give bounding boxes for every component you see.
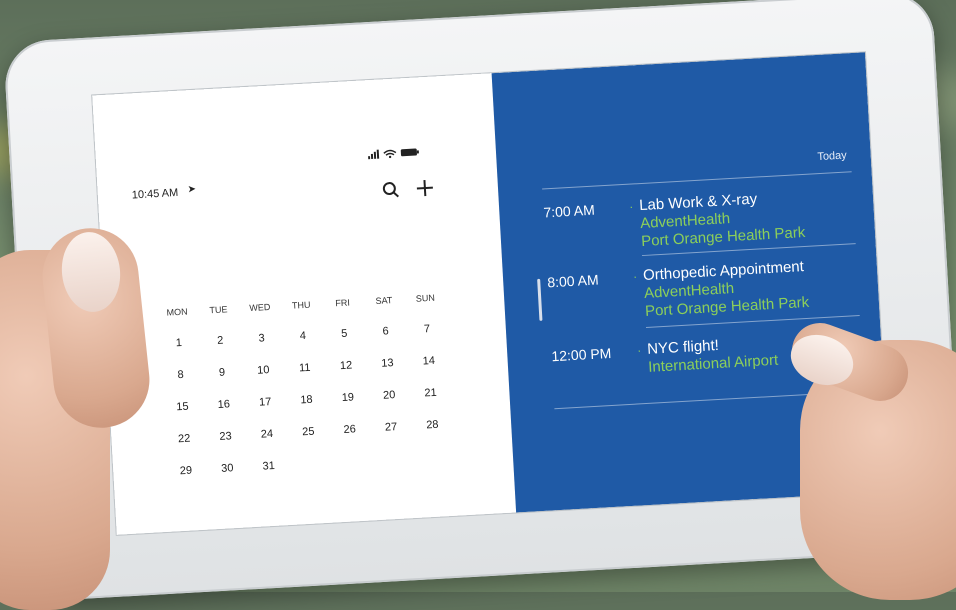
agenda-event[interactable]: 8:00 AM · Orthopedic Appointment AdventH…	[547, 255, 860, 326]
search-button[interactable]	[379, 178, 402, 201]
weekday-label: MON	[166, 306, 188, 318]
calendar-day[interactable]: 15	[161, 400, 203, 414]
weekday-label: SUN	[415, 292, 436, 304]
calendar-day[interactable]: 31	[248, 459, 290, 473]
event-time: 7:00 AM	[542, 201, 596, 221]
calendar-app-screen: 10:45 AM ➤ MON TUE WED THU FRI SAT SUN 1…	[92, 52, 890, 535]
calendar-day[interactable]: 18	[286, 393, 328, 407]
event-time: 12:00 PM	[551, 344, 612, 365]
status-time: 10:45 AM	[131, 186, 179, 202]
calendar-day[interactable]: 13	[366, 356, 408, 370]
weekday-label: FRI	[335, 297, 351, 309]
calendar-day[interactable]: 22	[163, 432, 205, 446]
add-event-button[interactable]	[413, 176, 436, 199]
calendar-day[interactable]: 1	[158, 336, 200, 350]
today-label[interactable]: Today	[817, 149, 847, 163]
calendar-day[interactable]: 8	[160, 368, 202, 382]
calendar-day[interactable]: 24	[246, 427, 288, 441]
month-day-grid: 1 2 3 4 5 6 7 8 9 10 11 12 13 14 15 16 1…	[158, 322, 455, 478]
calendar-day[interactable]: 19	[327, 391, 369, 405]
event-details: Orthopedic Appointment AdventHealth Port…	[643, 255, 860, 321]
calendar-day[interactable]: 4	[282, 329, 324, 343]
calendar-day[interactable]: 5	[323, 327, 365, 341]
event-time: 8:00 AM	[546, 271, 600, 291]
calendar-toolbar	[379, 176, 436, 201]
calendar-day[interactable]: 26	[329, 423, 371, 437]
calendar-day[interactable]: 28	[411, 418, 453, 432]
weekday-label: THU	[291, 299, 311, 311]
calendar-day[interactable]: 14	[408, 354, 450, 368]
weekday-label: WED	[249, 301, 271, 314]
month-calendar-pane: 10:45 AM ➤ MON TUE WED THU FRI SAT SUN 1…	[92, 73, 517, 535]
calendar-day[interactable]: 29	[165, 464, 207, 478]
agenda-divider	[542, 171, 852, 190]
calendar-day[interactable]: 23	[205, 429, 247, 443]
calendar-day[interactable]: 10	[242, 363, 284, 377]
calendar-day[interactable]: 21	[410, 386, 452, 400]
weekday-label: SAT	[375, 295, 393, 306]
calendar-day[interactable]: 9	[201, 366, 243, 380]
calendar-day[interactable]: 6	[365, 324, 407, 338]
signal-wifi-battery-icons	[368, 145, 423, 163]
location-arrow-icon: ➤	[187, 183, 197, 196]
calendar-day[interactable]: 12	[325, 359, 367, 373]
calendar-day[interactable]: 20	[368, 388, 410, 402]
calendar-day[interactable]: 30	[206, 461, 248, 475]
current-event-indicator	[537, 278, 543, 321]
calendar-day[interactable]: 11	[284, 361, 326, 375]
calendar-day[interactable]: 3	[241, 331, 283, 345]
plus-icon	[416, 180, 433, 197]
calendar-day[interactable]: 25	[287, 425, 329, 439]
weekday-label: TUE	[209, 304, 228, 316]
calendar-day[interactable]: 2	[199, 334, 241, 348]
search-icon	[382, 182, 399, 198]
weekday-header: MON TUE WED THU FRI SAT SUN	[156, 292, 446, 318]
calendar-day[interactable]: 16	[203, 397, 245, 411]
event-details: Lab Work & X-ray AdventHealth Port Orang…	[639, 185, 856, 251]
calendar-day[interactable]: 7	[406, 322, 448, 336]
calendar-day[interactable]: 17	[244, 395, 286, 409]
status-icons-svg	[368, 148, 419, 160]
calendar-day[interactable]: 27	[370, 420, 412, 434]
